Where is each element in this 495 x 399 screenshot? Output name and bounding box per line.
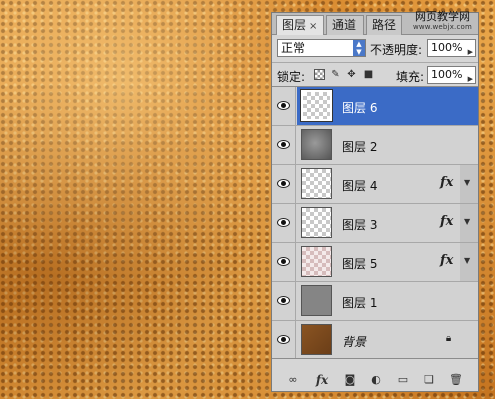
lock-label: 锁定: xyxy=(277,70,306,84)
lock-row: 锁定: ✎ ✥ ■ 填充: 100% ▶ xyxy=(272,62,478,86)
layer-row[interactable]: 图层 3 fx ▼ xyxy=(272,204,478,243)
layer-effects-icon[interactable]: fx xyxy=(440,214,453,229)
layer-name: 图层 4 xyxy=(342,179,378,193)
mask-icon[interactable]: ◙ xyxy=(342,373,358,387)
visibility-toggle[interactable] xyxy=(272,126,296,164)
opacity-label: 不透明度: xyxy=(370,43,423,57)
effects-expand-toggle[interactable]: ▼ xyxy=(460,243,478,281)
lock-move-icon[interactable]: ✥ xyxy=(346,69,357,80)
layer-body[interactable]: 图层 6 xyxy=(297,87,478,125)
fx-icon[interactable]: fx xyxy=(314,373,330,387)
layer-name: 图层 2 xyxy=(342,140,378,154)
layer-row[interactable]: 图层 5 fx ▼ xyxy=(272,243,478,282)
layer-thumbnail xyxy=(301,207,332,238)
layer-name: 背景 xyxy=(342,335,367,349)
visibility-toggle[interactable] xyxy=(272,282,296,320)
layer-row[interactable]: 图层 6 xyxy=(272,87,478,126)
lock-paint-brush-icon[interactable]: ✎ xyxy=(330,69,341,80)
new-layer-icon[interactable]: ❏ xyxy=(421,373,437,387)
eye-icon xyxy=(277,296,290,305)
layer-row[interactable]: 图层 2 xyxy=(272,126,478,165)
opacity-field[interactable]: 100% ▶ xyxy=(427,39,476,57)
layer-body[interactable]: 图层 3 fx ▼ xyxy=(297,204,478,242)
watermark-title: 网页教学网 xyxy=(415,10,470,23)
triangle-down-icon: ▼ xyxy=(464,178,471,187)
layer-body[interactable]: 图层 2 xyxy=(297,126,478,164)
trash-icon[interactable]: 🗑︎ xyxy=(448,373,464,387)
lock-icon: 🔒︎ xyxy=(445,333,452,344)
fill-label: 填充: xyxy=(396,70,425,84)
tab-paths[interactable]: 路径 xyxy=(366,15,402,35)
layer-body[interactable]: 图层 5 fx ▼ xyxy=(297,243,478,281)
blend-row: 正常 ▲ ▼ 不透明度: 100% ▶ xyxy=(272,36,478,61)
layer-body[interactable]: 背景 🔒︎ xyxy=(297,321,478,358)
visibility-toggle[interactable] xyxy=(272,87,296,125)
triangle-down-icon: ▼ xyxy=(464,217,471,226)
layer-body[interactable]: 图层 4 fx ▼ xyxy=(297,165,478,203)
fill-arrow-icon[interactable]: ▶ xyxy=(468,71,473,87)
visibility-toggle[interactable] xyxy=(272,243,296,281)
fill-value: 100% xyxy=(431,68,463,81)
select-arrows-icon: ▲ ▼ xyxy=(353,40,365,56)
panel-tab-bar: 图层 × 通道 路径 网页教学网 www.webjx.com xyxy=(272,11,480,35)
layer-thumbnail xyxy=(301,168,332,199)
tab-paths-label: 路径 xyxy=(372,18,397,32)
tab-layers-label: 图层 xyxy=(282,18,307,32)
tab-channels[interactable]: 通道 xyxy=(326,15,364,35)
eye-icon xyxy=(277,140,290,149)
layer-name: 图层 3 xyxy=(342,218,378,232)
layers-panel: 图层 × 通道 路径 网页教学网 www.webjx.com 正常 ▲ ▼ 不透明度… xyxy=(271,11,480,392)
layer-row[interactable]: 图层 1 xyxy=(272,282,478,321)
visibility-toggle[interactable] xyxy=(272,165,296,203)
layer-effects-icon[interactable]: fx xyxy=(440,175,453,190)
layer-effects-icon[interactable]: fx xyxy=(440,253,453,268)
panel-footer: ∞ fx ◙ ◐ ▭ ❏ 🗑︎ xyxy=(272,370,478,391)
eye-icon xyxy=(277,218,290,227)
tab-layers[interactable]: 图层 × xyxy=(276,15,324,35)
eye-icon xyxy=(277,179,290,188)
fill-field[interactable]: 100% ▶ xyxy=(427,66,476,84)
eye-icon xyxy=(277,335,290,344)
layer-name: 图层 5 xyxy=(342,257,378,271)
watermark-url: www.webjx.com xyxy=(412,23,473,31)
layer-list: 图层 6 图层 2 图层 4 fx ▼ 图层 3 fx ▼ 图层 5 fx ▼ … xyxy=(272,86,478,359)
visibility-toggle[interactable] xyxy=(272,204,296,242)
layer-thumbnail xyxy=(301,246,332,277)
opacity-arrow-icon[interactable]: ▶ xyxy=(468,44,473,60)
layer-thumbnail xyxy=(300,89,333,122)
lock-all-icon[interactable]: ■ xyxy=(363,69,374,80)
tab-close-icon[interactable]: × xyxy=(309,21,317,32)
opacity-value: 100% xyxy=(431,41,463,54)
layer-thumbnail xyxy=(301,324,332,355)
eye-icon xyxy=(277,257,290,266)
layer-body[interactable]: 图层 1 xyxy=(297,282,478,320)
layer-name: 图层 6 xyxy=(342,101,378,115)
visibility-toggle[interactable] xyxy=(272,321,296,358)
layer-row[interactable]: 背景 🔒︎ xyxy=(272,321,478,358)
layer-name: 图层 1 xyxy=(342,296,378,310)
link-icon[interactable]: ∞ xyxy=(285,373,301,387)
adjustment-icon[interactable]: ◐ xyxy=(368,373,384,387)
layer-thumbnail xyxy=(301,285,332,316)
blend-mode-select[interactable]: 正常 ▲ ▼ xyxy=(277,39,366,57)
effects-expand-toggle[interactable]: ▼ xyxy=(460,165,478,203)
triangle-down-icon: ▼ xyxy=(464,256,471,265)
tab-channels-label: 通道 xyxy=(332,18,357,32)
lock-transparent-icon[interactable] xyxy=(314,69,325,80)
folder-icon[interactable]: ▭ xyxy=(395,373,411,387)
eye-icon xyxy=(277,101,290,110)
layer-thumbnail xyxy=(301,129,332,160)
effects-expand-toggle[interactable]: ▼ xyxy=(460,204,478,242)
watermark: 网页教学网 www.webjx.com xyxy=(405,11,480,33)
layer-row[interactable]: 图层 4 fx ▼ xyxy=(272,165,478,204)
blend-mode-value: 正常 xyxy=(281,41,306,55)
